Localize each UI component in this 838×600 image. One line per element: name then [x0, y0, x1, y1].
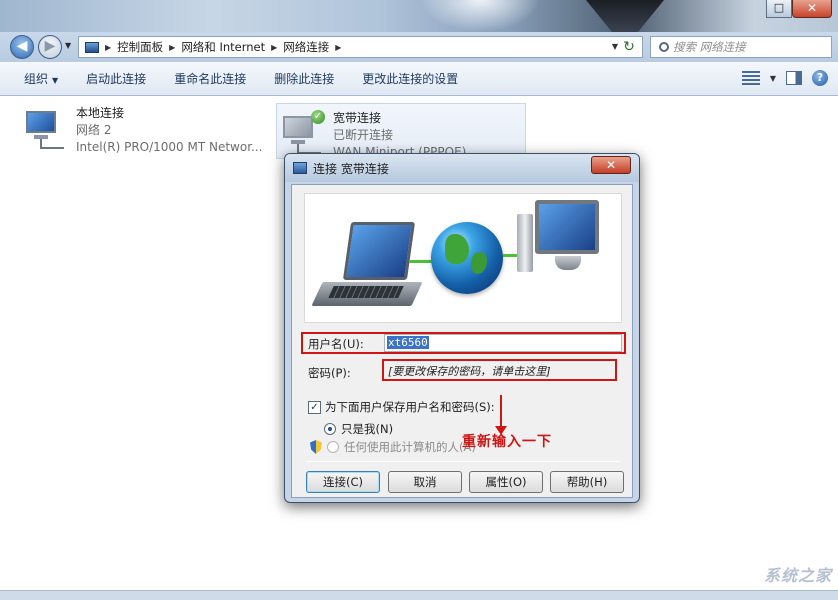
radio-anyone: 任何使用此计算机的人(A) [310, 439, 476, 455]
computer-icon [85, 41, 99, 53]
titlebar-decoration [420, 0, 540, 32]
search-icon [659, 42, 669, 52]
radio-selected-icon[interactable] [324, 423, 336, 435]
recent-pages-dropdown-icon[interactable]: ▼ [65, 41, 71, 50]
connection-status: 网络 2 [76, 123, 112, 137]
help-button[interactable]: 帮助(H) [550, 471, 624, 493]
broadband-connection-icon: ✓ [281, 110, 325, 158]
network-adapter-icon [24, 105, 66, 153]
server-icon [517, 214, 533, 272]
dialog-title: 连接 宽带连接 [313, 161, 389, 176]
delete-connection-button[interactable]: 删除此连接 [260, 62, 348, 96]
address-bar-row: ◀ ▶ ▼ ▶ 控制面板 ▶ 网络和 Internet ▶ 网络连接 ▶ ▼ ↻… [0, 32, 838, 62]
annotation-arrow [495, 395, 507, 435]
connection-status: 已断开连接 [333, 128, 394, 142]
radio-me-only-label: 只是我(N) [341, 422, 394, 436]
search-placeholder: 搜索 网络连接 [673, 40, 746, 54]
search-input[interactable]: 搜索 网络连接 [650, 36, 832, 58]
chevron-down-icon[interactable]: ▼ [770, 74, 776, 83]
address-bar[interactable]: ▶ 控制面板 ▶ 网络和 Internet ▶ 网络连接 ▶ ▼ ↻ [78, 36, 643, 58]
command-bar: 组织 ▼ 启动此连接 重命名此连接 删除此连接 更改此连接的设置 ▼ ? [0, 62, 838, 96]
breadcrumb-network-internet[interactable]: 网络和 Internet [181, 39, 265, 55]
connection-name: 宽带连接 [333, 111, 382, 125]
connection-name: 本地连接 [76, 106, 125, 120]
forward-button[interactable]: ▶ [38, 35, 62, 59]
connection-item-broadband[interactable]: ✓ 宽带连接 已断开连接 WAN Miniport (PPPOE) [276, 103, 526, 159]
highlight-box-username [301, 332, 626, 354]
radio-me-only[interactable]: 只是我(N) [324, 421, 393, 437]
chevron-down-icon: ▼ [52, 75, 59, 85]
organize-label: 组织 [24, 71, 49, 86]
help-icon[interactable]: ? [812, 70, 828, 86]
cancel-button[interactable]: 取消 [388, 471, 462, 493]
connection-item-local[interactable]: 本地连接 网络 2 Intel(R) PRO/1000 MT Networ... [24, 105, 263, 156]
rename-connection-button[interactable]: 重命名此连接 [160, 62, 260, 96]
window-titlebar: □ ✕ [0, 0, 838, 32]
dialog-titlebar[interactable]: 连接 宽带连接 [285, 154, 639, 182]
highlight-box-password [382, 359, 617, 381]
window-close-button[interactable]: ✕ [792, 0, 832, 18]
desktop-monitor-icon [535, 200, 599, 254]
chevron-right-icon[interactable]: ▶ [271, 43, 277, 52]
chevron-right-icon[interactable]: ▶ [169, 43, 175, 52]
maximize-button[interactable]: □ [766, 0, 792, 18]
dialog-close-button[interactable]: ✕ [591, 156, 631, 174]
divider [306, 461, 620, 462]
connection-illustration [304, 193, 622, 323]
start-connection-button[interactable]: 启动此连接 [72, 62, 160, 96]
view-options-icon[interactable] [741, 71, 760, 85]
network-icon [293, 162, 307, 174]
annotation-text: 重新输入一下 [462, 434, 552, 450]
change-settings-button[interactable]: 更改此连接的设置 [348, 62, 472, 96]
dialog-body: 用户名(U): xt6560 密码(P): [要更改保存的密码，请单击这里] ✓… [291, 184, 633, 498]
breadcrumb-network-connections[interactable]: 网络连接 [283, 39, 329, 55]
radio-unselected-icon [327, 441, 339, 453]
watermark: 系统之家 [763, 566, 832, 585]
back-button[interactable]: ◀ [10, 35, 34, 59]
organize-menu[interactable]: 组织 ▼ [0, 62, 72, 96]
connect-dialog: 连接 宽带连接 ✕ 用户名(U): xt6560 密码(P): [要更改保存的密… [284, 153, 640, 503]
globe-icon [431, 222, 503, 294]
password-label: 密码(P): [308, 366, 351, 380]
connect-button[interactable]: 连接(C) [306, 471, 380, 493]
properties-button[interactable]: 属性(O) [469, 471, 543, 493]
radio-anyone-label: 任何使用此计算机的人(A) [344, 440, 476, 454]
connected-check-icon: ✓ [311, 110, 325, 124]
checkbox-checked-icon[interactable]: ✓ [308, 400, 321, 414]
chevron-right-icon[interactable]: ▶ [105, 43, 111, 52]
preview-pane-icon[interactable] [786, 71, 802, 85]
refresh-icon[interactable]: ↻ [620, 38, 638, 56]
uac-shield-icon [310, 440, 322, 454]
chevron-right-icon[interactable]: ▶ [335, 43, 341, 52]
breadcrumb-control-panel[interactable]: 控制面板 [117, 39, 163, 55]
save-credentials-checkbox[interactable]: ✓ 为下面用户保存用户名和密码(S): [308, 399, 495, 415]
titlebar-decoration [586, 0, 664, 32]
connection-device: Intel(R) PRO/1000 MT Networ... [76, 140, 263, 154]
save-credentials-label: 为下面用户保存用户名和密码(S): [325, 400, 495, 414]
address-dropdown-icon[interactable]: ▼ [612, 42, 618, 51]
laptop-icon [342, 222, 416, 280]
